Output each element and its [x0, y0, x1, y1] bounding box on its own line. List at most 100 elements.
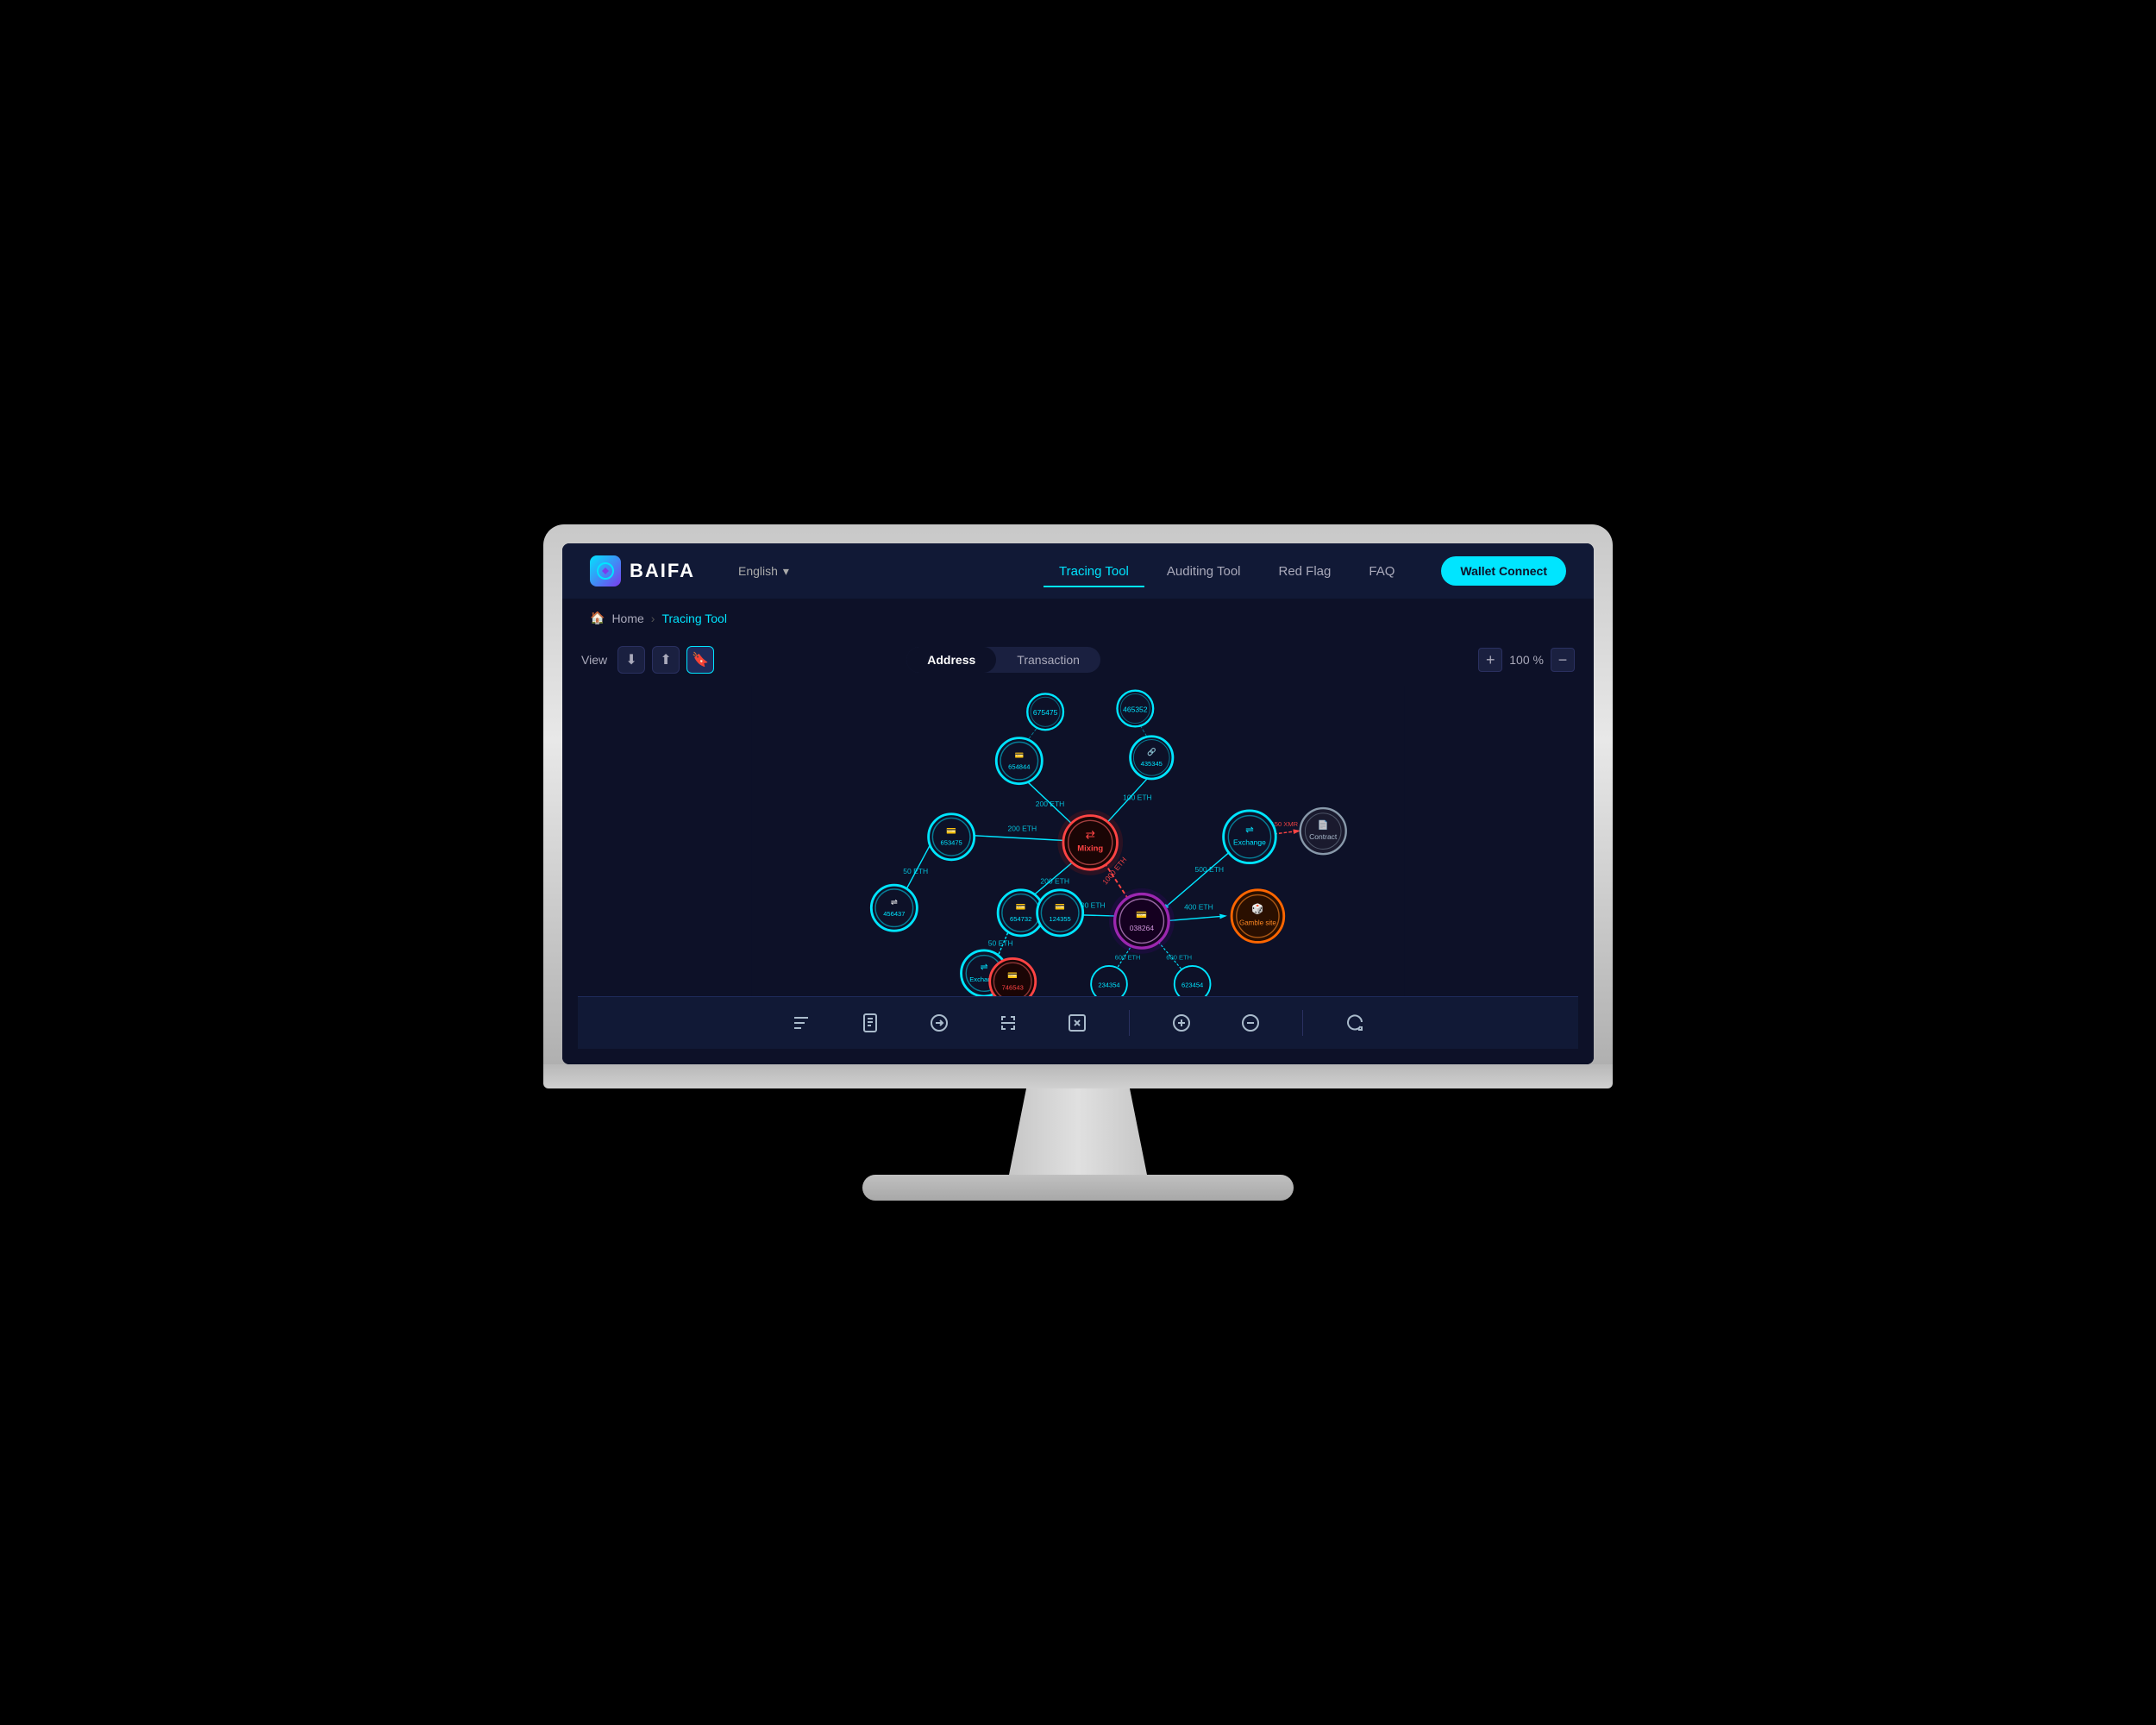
- breadcrumb-separator: ›: [651, 612, 655, 625]
- navbar: BAIFA English ▾ Tracing Tool Auditing To…: [562, 543, 1594, 599]
- view-label: View: [581, 653, 607, 667]
- language-label: English: [738, 564, 778, 578]
- toolbar-divider: [1129, 1010, 1130, 1036]
- svg-text:50 ETH: 50 ETH: [988, 938, 1013, 947]
- svg-text:🔗: 🔗: [1147, 748, 1156, 757]
- node-456437[interactable]: ⇌ 456437: [871, 885, 917, 931]
- monitor: BAIFA English ▾ Tracing Tool Auditing To…: [543, 524, 1613, 1064]
- svg-text:💳: 💳: [946, 826, 956, 836]
- svg-text:200 ETH: 200 ETH: [1008, 825, 1037, 833]
- scene: BAIFA English ▾ Tracing Tool Auditing To…: [543, 524, 1613, 1201]
- svg-text:654844: 654844: [1008, 763, 1030, 771]
- zoom-out-button[interactable]: −: [1551, 648, 1575, 672]
- breadcrumb-home[interactable]: Home: [611, 612, 643, 625]
- svg-text:600 ETH: 600 ETH: [1115, 953, 1141, 961]
- node-234354[interactable]: 234354: [1091, 966, 1127, 996]
- svg-text:⇌: ⇌: [1245, 825, 1254, 836]
- nav-faq[interactable]: FAQ: [1353, 557, 1410, 586]
- node-623454[interactable]: 623454: [1175, 966, 1211, 996]
- svg-text:653475: 653475: [941, 839, 962, 847]
- bottom-toolbar: [578, 996, 1578, 1049]
- svg-text:623454: 623454: [1181, 982, 1203, 989]
- zoom-level: 100 %: [1509, 653, 1544, 667]
- svg-text:435345: 435345: [1141, 760, 1163, 768]
- monitor-stand-neck: [992, 1088, 1164, 1175]
- node-654844[interactable]: 💳 654844: [996, 738, 1042, 784]
- svg-text:456437: 456437: [883, 910, 905, 918]
- node-675475[interactable]: 675475: [1027, 693, 1063, 730]
- tab-group: Address Transaction: [906, 647, 1100, 673]
- logo-area: BAIFA: [590, 555, 695, 586]
- svg-text:50 ETH: 50 ETH: [903, 867, 928, 875]
- swap-icon-button[interactable]: [922, 1006, 956, 1040]
- nav-auditing-tool[interactable]: Auditing Tool: [1151, 557, 1257, 586]
- monitor-stand-base: [862, 1175, 1294, 1201]
- svg-text:746543: 746543: [1002, 983, 1024, 991]
- svg-text:Mixing: Mixing: [1077, 844, 1103, 853]
- node-653475[interactable]: 💳 653475: [929, 814, 975, 860]
- filter-icon-button[interactable]: [784, 1006, 818, 1040]
- breadcrumb: 🏠 Home › Tracing Tool: [562, 599, 1594, 637]
- tab-transaction[interactable]: Transaction: [996, 647, 1100, 673]
- document-icon-button[interactable]: [853, 1006, 887, 1040]
- graph-svg: 200 ETH 100 ETH 200 ETH 200 ETH 50 ETH: [578, 686, 1578, 996]
- node-124355[interactable]: 💳 124355: [1037, 890, 1083, 936]
- add-icon-button[interactable]: [1164, 1006, 1199, 1040]
- svg-text:⇌: ⇌: [891, 898, 898, 907]
- svg-text:600 ETH: 600 ETH: [1166, 953, 1192, 961]
- svg-text:038264: 038264: [1130, 924, 1155, 932]
- toolbar-divider-2: [1302, 1010, 1303, 1036]
- minus-icon-button[interactable]: [1233, 1006, 1268, 1040]
- svg-text:Exchange: Exchange: [1233, 838, 1266, 847]
- svg-text:💳: 💳: [1014, 750, 1024, 759]
- svg-text:📄: 📄: [1318, 819, 1329, 831]
- svg-text:💳: 💳: [1055, 903, 1065, 913]
- chevron-down-icon: ▾: [783, 564, 789, 579]
- tab-address[interactable]: Address: [906, 647, 996, 673]
- svg-text:465352: 465352: [1123, 705, 1148, 713]
- svg-text:675475: 675475: [1033, 708, 1058, 717]
- svg-text:100 ETH: 100 ETH: [1123, 794, 1152, 802]
- breadcrumb-current: Tracing Tool: [661, 612, 726, 625]
- svg-text:Gamble site: Gamble site: [1239, 919, 1276, 927]
- node-435345[interactable]: 🔗 435345: [1131, 737, 1173, 779]
- share-button[interactable]: ⬆: [652, 646, 680, 674]
- wallet-connect-button[interactable]: Wallet Connect: [1441, 556, 1566, 586]
- svg-text:💳: 💳: [1136, 911, 1147, 920]
- zoom-in-button[interactable]: +: [1478, 648, 1502, 672]
- zoom-controls: + 100 % −: [1478, 648, 1575, 672]
- nav-links: Tracing Tool Auditing Tool Red Flag FAQ: [1044, 557, 1410, 586]
- svg-text:654732: 654732: [1010, 915, 1031, 923]
- logo-text: BAIFA: [630, 560, 695, 582]
- nav-tracing-tool[interactable]: Tracing Tool: [1044, 557, 1144, 586]
- svg-text:⇌: ⇌: [981, 963, 988, 973]
- node-contract[interactable]: 📄 Contract: [1300, 808, 1346, 854]
- svg-text:124355: 124355: [1050, 915, 1071, 923]
- node-exchange1[interactable]: ⇌ Exchange: [1224, 811, 1276, 863]
- graph-toolbar: View ⬇ ⬆ 🔖 Address Transaction + 100 % −: [578, 637, 1578, 682]
- svg-text:200 ETH: 200 ETH: [1040, 876, 1069, 885]
- node-465352[interactable]: 465352: [1117, 691, 1153, 727]
- screen: BAIFA English ▾ Tracing Tool Auditing To…: [562, 543, 1594, 1064]
- graph-visualization[interactable]: 200 ETH 100 ETH 200 ETH 200 ETH 50 ETH: [578, 686, 1578, 996]
- home-icon: 🏠: [590, 611, 605, 625]
- svg-text:200 ETH: 200 ETH: [1036, 800, 1065, 808]
- svg-text:Contract: Contract: [1309, 832, 1338, 841]
- bookmark-button[interactable]: 🔖: [686, 646, 714, 674]
- node-gamble-site[interactable]: 🎲 Gamble site: [1232, 890, 1284, 943]
- node-mixing[interactable]: ⇄ Mixing: [1057, 810, 1123, 875]
- graph-container: View ⬇ ⬆ 🔖 Address Transaction + 100 % −: [562, 637, 1594, 1064]
- export-icon-button[interactable]: [1060, 1006, 1094, 1040]
- nav-red-flag[interactable]: Red Flag: [1263, 557, 1347, 586]
- refresh-icon-button[interactable]: [1338, 1006, 1372, 1040]
- logo-icon: [590, 555, 621, 586]
- scan-icon-button[interactable]: [991, 1006, 1025, 1040]
- svg-text:500 ETH: 500 ETH: [1194, 865, 1224, 874]
- monitor-chin: [543, 1064, 1613, 1088]
- language-selector[interactable]: English ▾: [730, 561, 798, 582]
- svg-text:🎲: 🎲: [1251, 902, 1263, 914]
- node-746543[interactable]: 💳 746543: [990, 958, 1036, 996]
- node-038264[interactable]: 💳 038264: [1109, 888, 1175, 954]
- download-button[interactable]: ⬇: [617, 646, 645, 674]
- svg-text:💳: 💳: [1016, 903, 1026, 913]
